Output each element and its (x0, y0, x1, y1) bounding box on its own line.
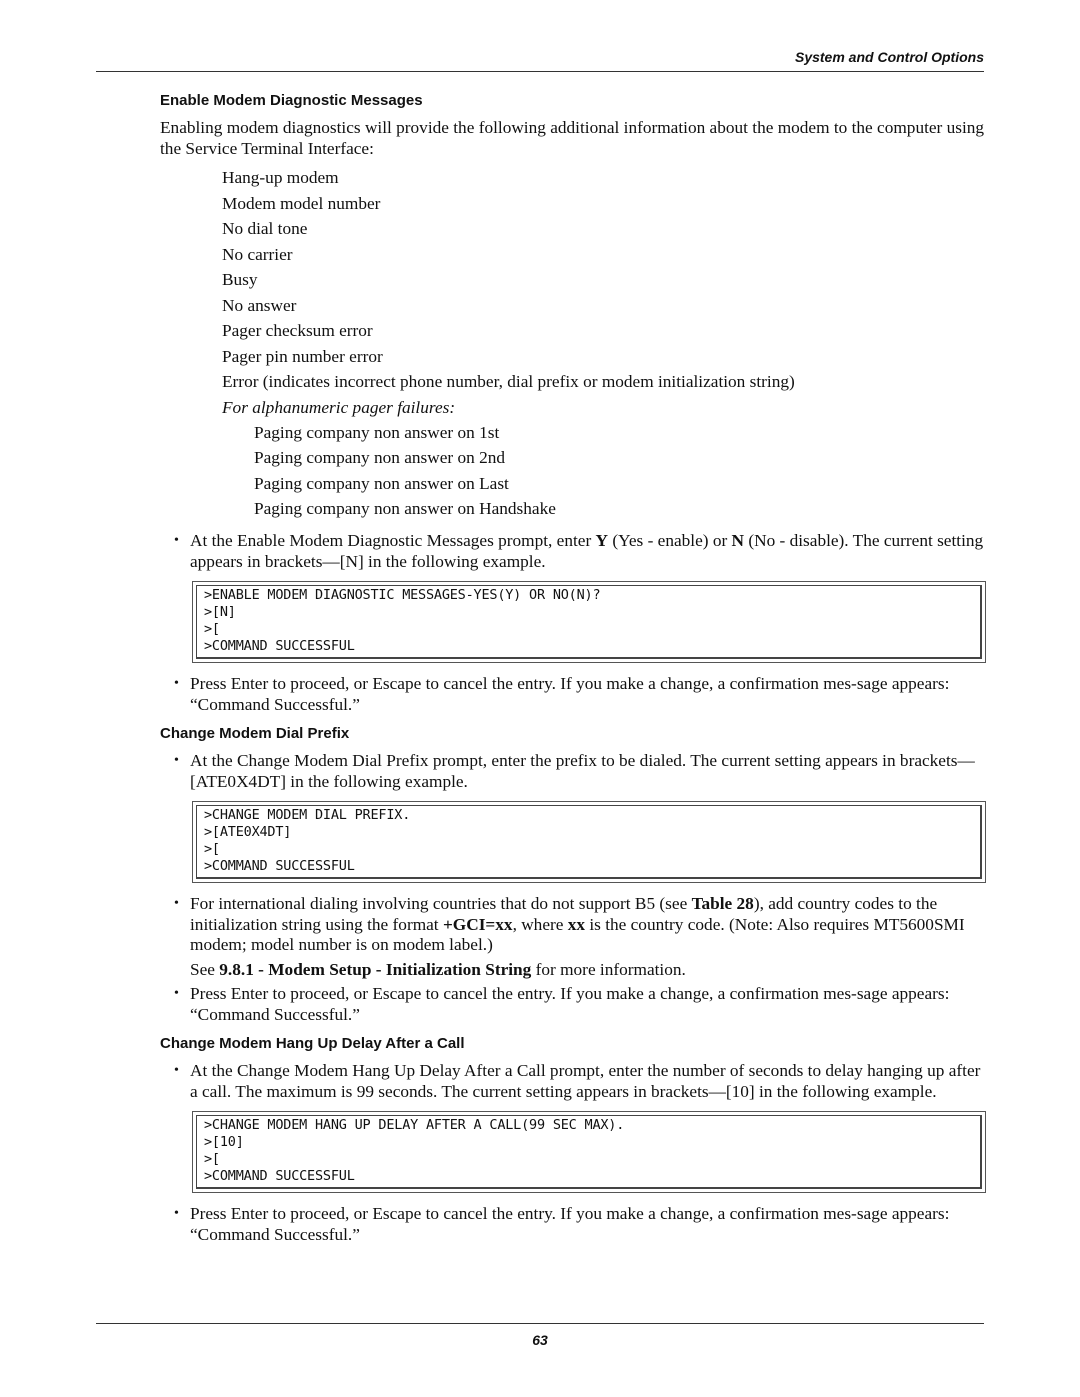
list-item: No dial tone (222, 219, 308, 238)
bullet-icon: • (174, 753, 179, 769)
format-code: +GCI=xx (442, 914, 513, 934)
list-item: Paging company non answer on 2nd (254, 448, 506, 468)
key-n: N (731, 531, 745, 551)
terminal-line: >[ (204, 841, 220, 858)
list-item: Modem model number (222, 193, 381, 213)
terminal-line: >[ (204, 621, 220, 638)
list-item: Paging company non answer on Last (254, 473, 509, 493)
terminal-example: >CHANGE MODEM DIAL PREFIX. >[ATE0X4DT] >… (192, 801, 986, 884)
country-code-placeholder: xx (567, 914, 586, 934)
bullet-icon: • (174, 986, 179, 1002)
bullet-paragraph: • At the Change Modem Hang Up Delay Afte… (174, 1061, 981, 1101)
page-content: Enable Modem Diagnostic Messages Enablin… (160, 92, 988, 1245)
pager-failure-list: Paging company non answer on 1st Paging … (254, 420, 988, 521)
bullet-paragraph: • At the Enable Modem Diagnostic Message… (174, 531, 984, 571)
section-enable-modem-diagnostic: Enable Modem Diagnostic Messages Enablin… (160, 92, 988, 715)
terminal-example: >ENABLE MODEM DIAGNOSTIC MESSAGES-YES(Y)… (192, 581, 986, 664)
terminal-line: >CHANGE MODEM DIAL PREFIX. (204, 807, 411, 824)
bullet-paragraph: • Press Enter to proceed, or Escape to c… (174, 984, 950, 1024)
header-rule (96, 71, 984, 72)
section-change-modem-dial-prefix: Change Modem Dial Prefix • At the Change… (160, 725, 988, 1025)
list-item: Paging company non answer on Handshake (254, 498, 556, 518)
section-change-modem-hang-up-delay: Change Modem Hang Up Delay After a Call … (160, 1035, 988, 1245)
section-heading: Change Modem Dial Prefix (160, 725, 350, 743)
terminal-line: >[ (204, 1151, 220, 1168)
key-y: Y (595, 531, 609, 551)
terminal-line: >ENABLE MODEM DIAGNOSTIC MESSAGES-YES(Y)… (204, 587, 601, 604)
list-item: Error (indicates incorrect phone number,… (222, 372, 795, 391)
bullet-icon: • (174, 896, 179, 912)
terminal-line: >COMMAND SUCCESSFUL (204, 1168, 355, 1185)
see-also-paragraph: See 9.8.1 - Modem Setup - Initialization… (190, 959, 686, 979)
terminal-line: >[N] (204, 604, 236, 621)
list-item: Pager pin number error (222, 346, 383, 366)
terminal-line: >COMMAND SUCCESSFUL (204, 858, 355, 875)
bullet-paragraph: • For international dialing involving co… (174, 894, 965, 955)
page-number: 63 (532, 1332, 548, 1348)
terminal-example: >CHANGE MODEM HANG UP DELAY AFTER A CALL… (192, 1111, 986, 1194)
table-reference-link[interactable]: Table 28 (692, 894, 754, 913)
intro-paragraph: Enabling modem diagnostics will provide … (160, 118, 985, 158)
list-item: No answer (222, 295, 297, 315)
bullet-paragraph: • At the Change Modem Dial Prefix prompt… (174, 751, 975, 791)
bullet-paragraph: • Press Enter to proceed, or Escape to c… (174, 674, 950, 714)
terminal-line: >COMMAND SUCCESSFUL (204, 638, 355, 655)
running-header: System and Control Options (794, 49, 984, 65)
list-item: Pager checksum error (222, 321, 373, 340)
terminal-line: >CHANGE MODEM HANG UP DELAY AFTER A CALL… (204, 1117, 625, 1134)
bullet-icon: • (174, 1063, 179, 1079)
list-subheading: For alphanumeric pager failures: (222, 397, 456, 417)
list-item: Paging company non answer on 1st (254, 423, 500, 442)
bullet-icon: • (174, 676, 179, 692)
footer-rule (96, 1323, 984, 1324)
list-item: Hang-up modem (222, 168, 339, 187)
bullet-paragraph: • Press Enter to proceed, or Escape to c… (174, 1204, 950, 1244)
diagnostic-list: Hang-up modem Modem model number No dial… (222, 165, 988, 420)
section-reference-link[interactable]: 9.8.1 - Modem Setup - Initialization Str… (219, 960, 531, 979)
bullet-icon: • (174, 1206, 179, 1222)
terminal-line: >[ATE0X4DT] (204, 824, 292, 841)
section-heading: Enable Modem Diagnostic Messages (160, 92, 423, 109)
terminal-line: >[10] (204, 1134, 244, 1151)
bullet-icon: • (174, 533, 179, 549)
list-item: No carrier (222, 244, 293, 264)
section-heading: Change Modem Hang Up Delay After a Call (160, 1035, 465, 1053)
list-item: Busy (222, 270, 258, 289)
